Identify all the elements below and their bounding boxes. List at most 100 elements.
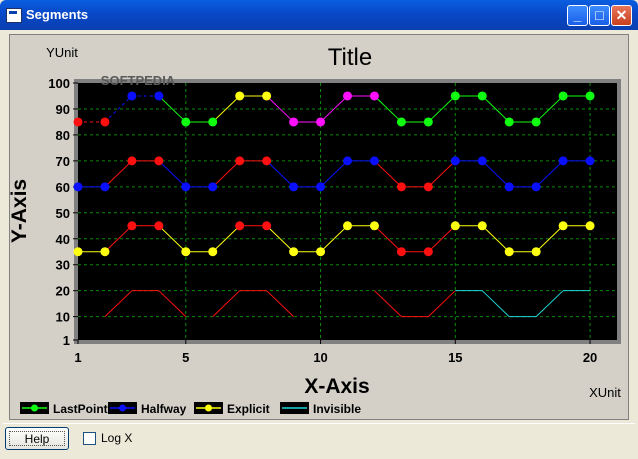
window-titlebar: Segments _ □ ✕ bbox=[0, 0, 638, 30]
series-2-point bbox=[181, 247, 191, 257]
series-2-point bbox=[504, 247, 514, 257]
series-2-point bbox=[316, 247, 326, 257]
series-1-point bbox=[423, 182, 433, 192]
series-1-point bbox=[289, 182, 299, 192]
series-2-point bbox=[558, 221, 568, 231]
series-2-point bbox=[343, 221, 352, 231]
series-1-point bbox=[208, 182, 218, 192]
series-1-point bbox=[450, 156, 460, 166]
series-2-point bbox=[73, 247, 83, 257]
series-1-point bbox=[73, 182, 83, 192]
series-1-point bbox=[100, 182, 110, 192]
legend-label: LastPoint bbox=[53, 402, 108, 416]
series-2-point bbox=[154, 221, 164, 231]
x-tick-label: 5 bbox=[182, 350, 189, 365]
legend-swatch-marker bbox=[119, 404, 126, 412]
logx-label: Log X bbox=[101, 431, 133, 445]
x-tick-label: 10 bbox=[313, 350, 327, 365]
legend-label: Invisible bbox=[313, 402, 361, 416]
series-1-point bbox=[558, 156, 568, 166]
series-2-point bbox=[127, 221, 137, 231]
series-0-point bbox=[154, 91, 164, 101]
series-0-point bbox=[343, 91, 352, 101]
series-2-point bbox=[396, 247, 406, 257]
series-0-point bbox=[289, 117, 299, 127]
series-2-point bbox=[369, 221, 379, 231]
series-2-point bbox=[450, 221, 460, 231]
y-tick-label: 80 bbox=[56, 128, 70, 143]
logx-checkbox-box[interactable] bbox=[83, 431, 96, 445]
series-1-point bbox=[235, 156, 245, 166]
x-tick-label: 15 bbox=[448, 350, 462, 365]
series-1-point bbox=[343, 156, 352, 166]
series-2-point bbox=[235, 221, 245, 231]
series-0-point bbox=[531, 117, 541, 127]
series-0-point bbox=[73, 117, 83, 127]
series-2-point bbox=[262, 221, 272, 231]
x-unit-label: XUnit bbox=[589, 385, 621, 400]
window-title: Segments bbox=[26, 7, 89, 22]
y-unit-label: YUnit bbox=[46, 45, 78, 60]
series-0-point bbox=[127, 91, 137, 101]
legend-swatch-marker bbox=[31, 404, 38, 412]
y-tick-label: 50 bbox=[56, 206, 70, 221]
y-tick-label: 10 bbox=[56, 310, 70, 325]
series-2-point bbox=[208, 247, 218, 257]
y-tick-label: 30 bbox=[56, 258, 70, 273]
x-tick-label: 1 bbox=[74, 350, 81, 365]
chart-frame: SOFTPEDIA 1 10 20 30 40 50 60 70 80 90 100 1 5 10 15 20 T… bbox=[9, 34, 629, 420]
help-button[interactable]: Help bbox=[5, 427, 69, 450]
series-0-point bbox=[396, 117, 406, 127]
y-tick-label: 40 bbox=[56, 232, 70, 247]
series-0-point bbox=[262, 91, 272, 101]
x-axis-label: X-Axis bbox=[304, 375, 369, 398]
series-0-point bbox=[235, 91, 245, 101]
series-0-point bbox=[504, 117, 514, 127]
series-2-point bbox=[423, 247, 433, 257]
series-0-point bbox=[450, 91, 460, 101]
y-tick-label: 20 bbox=[56, 284, 70, 299]
series-0-point bbox=[585, 91, 595, 101]
y-tick-label: 100 bbox=[48, 76, 70, 91]
series-0-point bbox=[208, 117, 218, 127]
series-1-point bbox=[181, 182, 191, 192]
minimize-button[interactable]: _ bbox=[567, 5, 588, 26]
y-tick-label: 70 bbox=[56, 154, 70, 169]
series-0-point bbox=[181, 117, 191, 127]
series-0-point bbox=[558, 91, 568, 101]
x-tick-label: 20 bbox=[583, 350, 597, 365]
series-1-point bbox=[369, 156, 379, 166]
app-window-icon bbox=[6, 8, 22, 23]
chart-title: Title bbox=[328, 44, 372, 71]
series-1-point bbox=[504, 182, 514, 192]
series-1-point bbox=[154, 156, 164, 166]
series-2-point bbox=[531, 247, 541, 257]
series-2-point bbox=[477, 221, 487, 231]
chart-svg: SOFTPEDIA11020304050607080901001 5 10 15 20T… bbox=[10, 44, 621, 416]
series-0-point bbox=[369, 91, 379, 101]
series-2-point bbox=[585, 221, 595, 231]
y-tick-label: 90 bbox=[56, 102, 70, 117]
logx-checkbox[interactable]: Log X bbox=[83, 431, 132, 445]
series-1-point bbox=[531, 182, 541, 192]
watermark-text: SOFTPEDIA bbox=[101, 73, 176, 88]
series-0-point bbox=[477, 91, 487, 101]
legend-label: Halfway bbox=[141, 402, 187, 416]
series-0-point bbox=[423, 117, 433, 127]
series-1-point bbox=[477, 156, 487, 166]
series-0-point bbox=[100, 117, 110, 127]
close-button[interactable]: ✕ bbox=[611, 5, 632, 26]
window-client-area: SOFTPEDIA 1 10 20 30 40 50 60 70 80 90 100 1 5 10 15 20 T… bbox=[3, 30, 635, 457]
y-tick-label: 60 bbox=[56, 180, 70, 195]
series-1-point bbox=[396, 182, 406, 192]
footer-bar: Help Log X bbox=[3, 423, 635, 457]
series-2-point bbox=[289, 247, 299, 257]
maximize-button[interactable]: □ bbox=[589, 5, 610, 26]
legend-label: Explicit bbox=[227, 402, 270, 416]
series-1-point bbox=[316, 182, 326, 192]
series-2-point bbox=[100, 247, 110, 257]
y-tick-label: 1 bbox=[63, 333, 70, 348]
series-1-point bbox=[585, 156, 595, 166]
legend-swatch-marker bbox=[205, 404, 212, 412]
series-0-point bbox=[316, 117, 326, 127]
